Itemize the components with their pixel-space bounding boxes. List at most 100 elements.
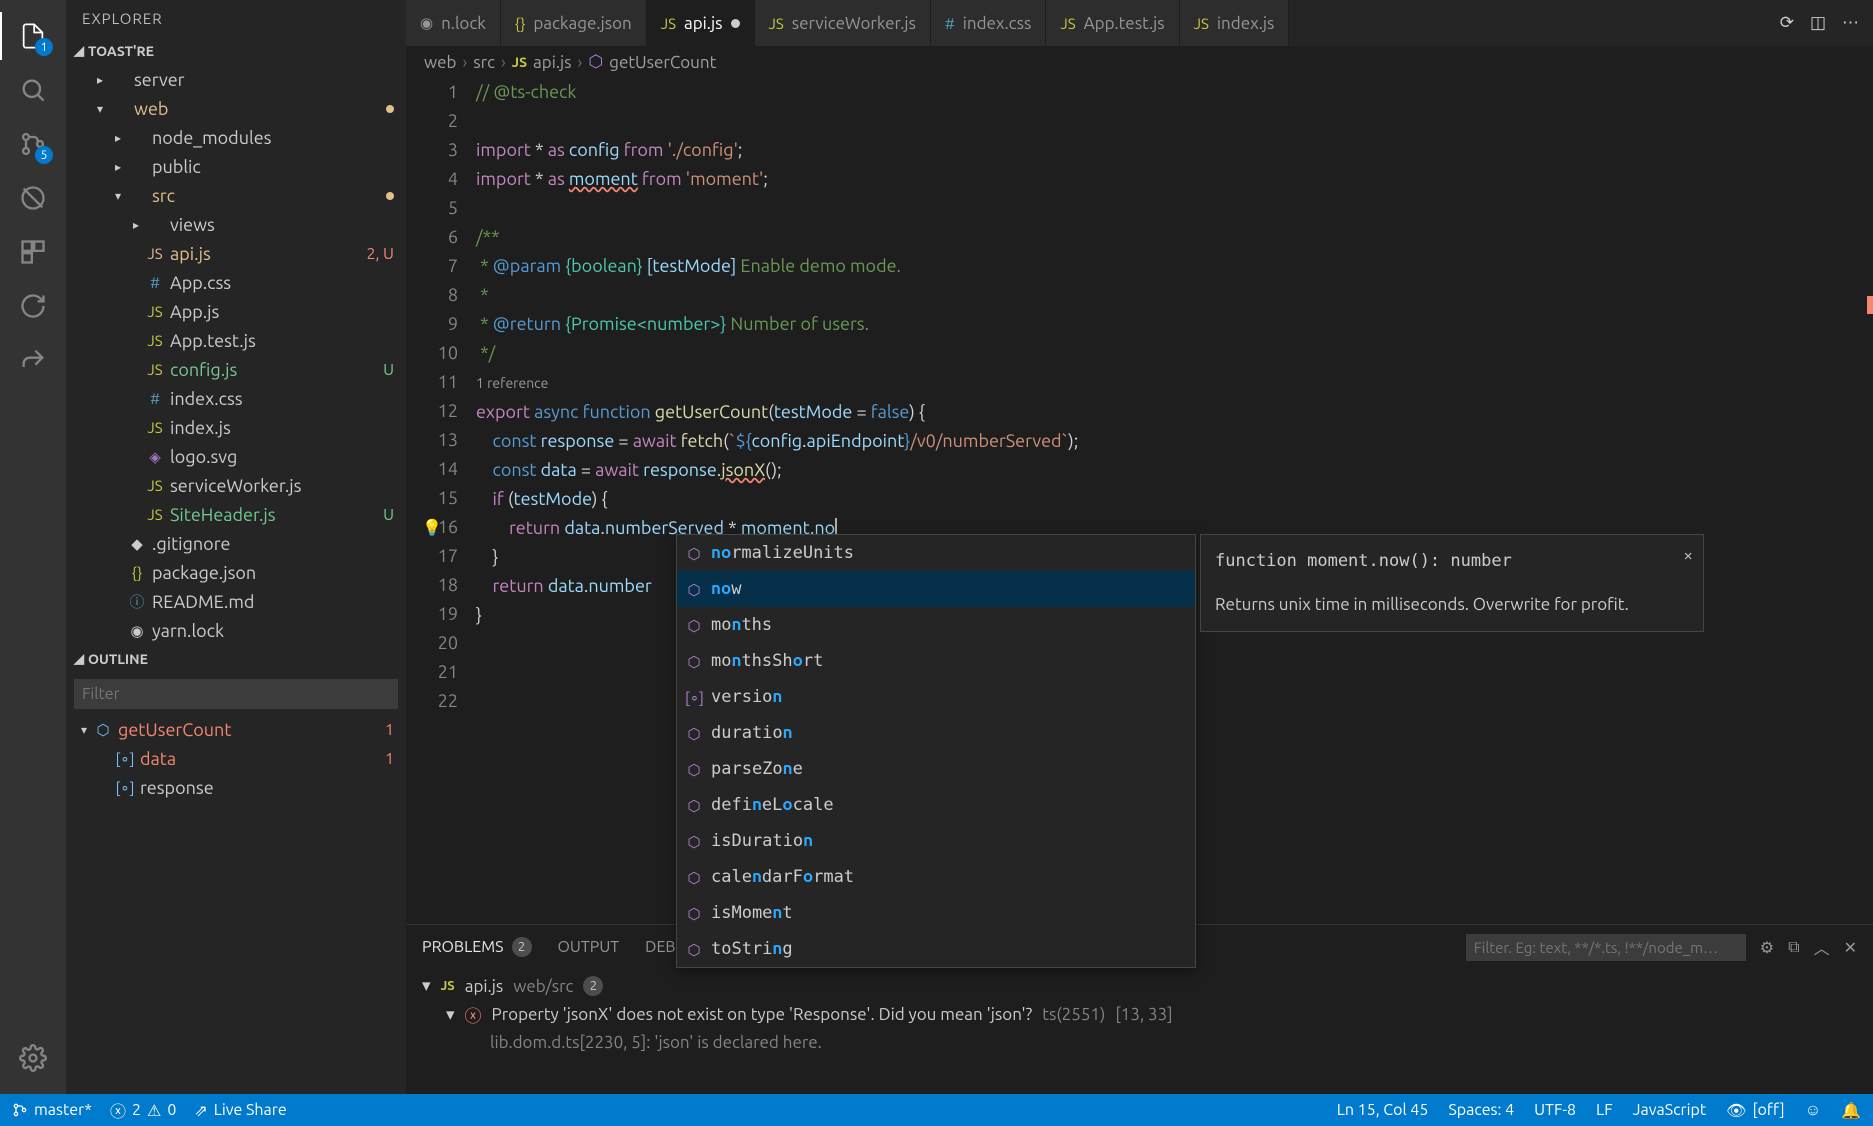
symbol-icon: ⬡ <box>685 827 703 856</box>
editor-tab[interactable]: JSindex.js <box>1180 0 1290 46</box>
activity-extensions-icon[interactable] <box>9 228 57 276</box>
tree-item[interactable]: ▸views <box>66 210 406 239</box>
suggest-item[interactable]: ⬡isDuration <box>677 823 1195 859</box>
symbol-icon: [∘] <box>114 750 136 768</box>
suggest-item[interactable]: ⬡isMoment <box>677 895 1195 931</box>
problems-file-row[interactable]: ▾JS api.js web/src 2 <box>422 973 1857 999</box>
symbol-icon: ⬡ <box>685 539 703 568</box>
tree-item[interactable]: ◉yarn.lock <box>66 616 406 645</box>
file-icon: JS <box>144 477 166 494</box>
suggest-widget[interactable]: ⬡normalizeUnits⬡now⬡months⬡monthsShort[∘… <box>676 534 1196 968</box>
tree-item[interactable]: ◆.gitignore <box>66 529 406 558</box>
suggest-item[interactable]: ⬡monthsShort <box>677 643 1195 679</box>
tree-item[interactable]: JSApp.test.js <box>66 326 406 355</box>
more-icon[interactable]: ⋯ <box>1842 13 1859 33</box>
status-language[interactable]: JavaScript <box>1633 1101 1707 1119</box>
activity-search-icon[interactable] <box>9 66 57 114</box>
file-icon: JS <box>769 15 784 32</box>
status-cursor[interactable]: Ln 15, Col 45 <box>1337 1101 1429 1119</box>
outline-item[interactable]: [∘]response <box>66 773 406 802</box>
breadcrumb[interactable]: web› src› JS api.js› ⬡ getUserCount <box>406 46 1873 78</box>
tree-item[interactable]: JSSiteHeader.jsU <box>66 500 406 529</box>
tree-item[interactable]: ▾src <box>66 181 406 210</box>
editor-tab[interactable]: JSApp.test.js <box>1046 0 1179 46</box>
status-ts[interactable]: 👁[off] <box>1726 1101 1785 1120</box>
tree-item[interactable]: ◈logo.svg <box>66 442 406 471</box>
editor-tab[interactable]: JSapi.js <box>647 0 755 46</box>
status-encoding[interactable]: UTF-8 <box>1534 1101 1576 1119</box>
tree-item[interactable]: {}package.json <box>66 558 406 587</box>
tree-item[interactable]: ⓘREADME.md <box>66 587 406 616</box>
symbol-icon: ⬡ <box>685 719 703 748</box>
status-eol[interactable]: LF <box>1596 1101 1613 1119</box>
file-icon: JS <box>1060 15 1075 32</box>
activity-share-icon[interactable] <box>9 336 57 384</box>
panel-close-icon[interactable]: ✕ <box>1844 938 1857 957</box>
tree-item[interactable]: JSapi.js2, U <box>66 239 406 268</box>
activity-refresh-icon[interactable] <box>9 282 57 330</box>
outline-filter-input[interactable] <box>74 679 398 709</box>
status-bell-icon[interactable]: 🔔 <box>1841 1101 1861 1120</box>
activity-settings-icon[interactable] <box>9 1034 57 1082</box>
suggest-item[interactable]: ⬡parseZone <box>677 751 1195 787</box>
suggest-item[interactable]: ⬡toString <box>677 931 1195 967</box>
section-header-outline[interactable]: ◢OUTLINE <box>66 645 406 673</box>
outline-item[interactable]: [∘]data1 <box>66 744 406 773</box>
close-icon[interactable]: × <box>1683 541 1693 570</box>
problem-row[interactable]: ▾ⓧ Property 'jsonX' does not exist on ty… <box>422 999 1857 1030</box>
tree-item[interactable]: JSserviceWorker.js <box>66 471 406 500</box>
status-errors[interactable]: ⓧ2⚠0 <box>110 1098 176 1122</box>
activity-scm-icon[interactable]: 5 <box>9 120 57 168</box>
section-header-project[interactable]: ◢TOAST'RE <box>66 37 406 65</box>
editor-area: ◉n.lock{}package.jsonJSapi.jsJSserviceWo… <box>406 0 1873 1094</box>
lightbulb-icon[interactable]: 💡 <box>422 514 442 543</box>
activity-bar: 1 5 <box>0 0 66 1094</box>
tree-item[interactable]: JSconfig.jsU <box>66 355 406 384</box>
suggest-item[interactable]: ⬡duration <box>677 715 1195 751</box>
split-editor-icon[interactable]: ◫ <box>1810 13 1826 33</box>
tree-item[interactable]: ▸node_modules <box>66 123 406 152</box>
editor-tab[interactable]: {}package.json <box>501 0 647 46</box>
method-icon: ⬡ <box>588 52 603 72</box>
suggest-item[interactable]: ⬡months <box>677 607 1195 643</box>
status-spaces[interactable]: Spaces: 4 <box>1448 1101 1514 1119</box>
panel-collapse-icon[interactable]: ︿ <box>1814 935 1830 959</box>
panel-tab-problems[interactable]: PROBLEMS2 <box>422 937 532 957</box>
sidebar: EXPLORER ◢TOAST'RE ▸server▾web▸node_modu… <box>66 0 406 1094</box>
compare-icon[interactable]: ⟳ <box>1780 13 1794 33</box>
tree-item[interactable]: #App.css <box>66 268 406 297</box>
file-icon: JS <box>144 245 166 262</box>
panel-tab-output[interactable]: OUTPUT <box>558 938 620 956</box>
file-icon: JS <box>144 419 166 436</box>
suggest-item[interactable]: [∘]version <box>677 679 1195 715</box>
code-editor[interactable]: 12345678910111213141516171819202122 // @… <box>406 78 1873 924</box>
editor-tab[interactable]: ◉n.lock <box>406 0 501 46</box>
suggest-item[interactable]: ⬡now <box>677 571 1195 607</box>
tree-item[interactable]: ▾web <box>66 94 406 123</box>
editor-tab[interactable]: #index.css <box>931 0 1046 46</box>
status-live-share[interactable]: ⇗Live Share <box>194 1101 286 1120</box>
symbol-icon: ⬡ <box>92 721 114 739</box>
tree-item[interactable]: ▸server <box>66 65 406 94</box>
symbol-icon: ⬡ <box>685 755 703 784</box>
panel-restore-icon[interactable]: ⧉ <box>1788 938 1799 957</box>
activity-explorer-icon[interactable]: 1 <box>9 12 57 60</box>
status-branch[interactable]: master* <box>12 1101 92 1119</box>
symbol-icon: [∘] <box>685 683 703 712</box>
tree-item[interactable]: ▸public <box>66 152 406 181</box>
suggest-item[interactable]: ⬡defineLocale <box>677 787 1195 823</box>
status-feedback-icon[interactable]: ☺ <box>1805 1101 1821 1120</box>
file-icon: JS <box>661 15 676 32</box>
suggest-item[interactable]: ⬡calendarFormat <box>677 859 1195 895</box>
filter-settings-icon[interactable]: ⚙ <box>1760 938 1774 957</box>
tree-item[interactable]: #index.css <box>66 384 406 413</box>
minimap-error-marker[interactable] <box>1867 296 1873 314</box>
editor-tab[interactable]: JSserviceWorker.js <box>755 0 931 46</box>
panel-filter-input[interactable] <box>1466 934 1746 961</box>
outline-item[interactable]: ▾⬡getUserCount1 <box>66 715 406 744</box>
activity-debug-icon[interactable] <box>9 174 57 222</box>
suggest-item[interactable]: ⬡normalizeUnits <box>677 535 1195 571</box>
file-icon: {} <box>126 564 148 581</box>
tree-item[interactable]: JSindex.js <box>66 413 406 442</box>
tree-item[interactable]: JSApp.js <box>66 297 406 326</box>
